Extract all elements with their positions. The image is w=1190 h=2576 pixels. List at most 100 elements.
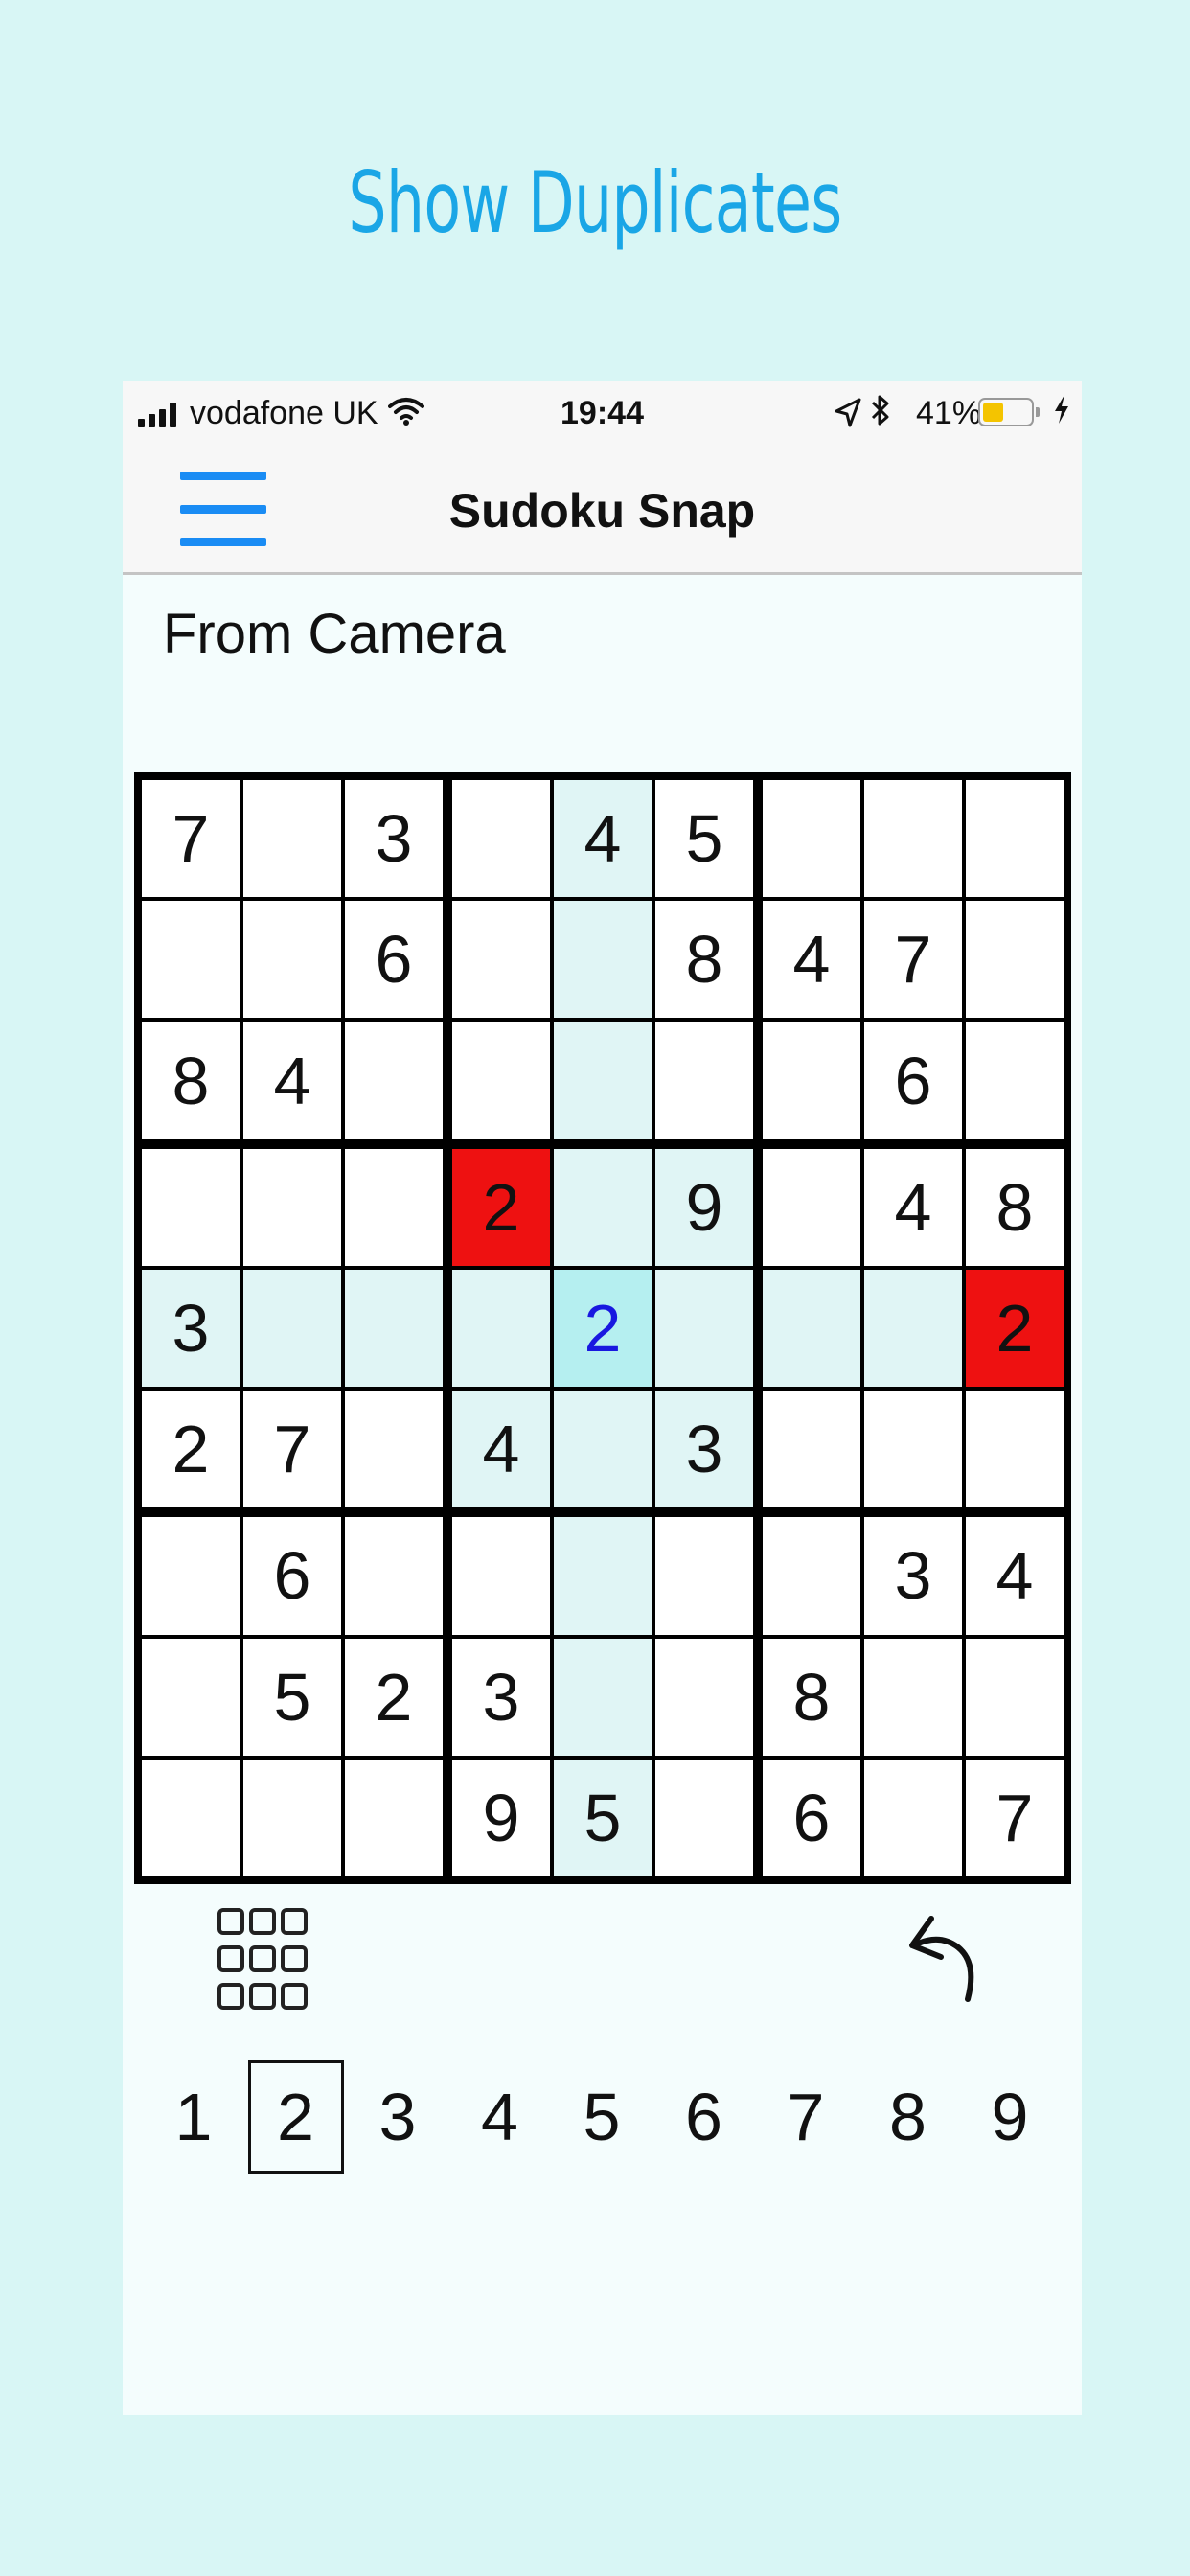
sudoku-cell[interactable]	[655, 1517, 753, 1635]
number-key-9[interactable]: 9	[962, 2060, 1058, 2174]
sudoku-cell[interactable]	[864, 1638, 962, 1756]
sudoku-cell[interactable]: 4	[554, 780, 652, 898]
sudoku-cell[interactable]	[864, 1759, 962, 1876]
sudoku-cell[interactable]	[966, 780, 1064, 898]
sudoku-cell[interactable]: 5	[554, 1759, 652, 1876]
sudoku-cell[interactable]	[452, 1022, 550, 1139]
sudoku-cell[interactable]	[142, 1148, 240, 1266]
sudoku-cell[interactable]	[966, 901, 1064, 1019]
number-key-1[interactable]: 1	[146, 2060, 241, 2174]
sudoku-cell[interactable]	[554, 1148, 652, 1266]
sudoku-cell[interactable]: 6	[763, 1759, 860, 1876]
sudoku-cell[interactable]: 2	[966, 1269, 1064, 1388]
sudoku-cell[interactable]	[864, 780, 962, 898]
sudoku-cell[interactable]: 2	[345, 1638, 443, 1756]
sudoku-cell[interactable]: 6	[345, 901, 443, 1019]
sudoku-cell[interactable]	[763, 1022, 860, 1139]
sudoku-cell[interactable]	[554, 1638, 652, 1756]
sudoku-cell[interactable]	[345, 1391, 443, 1508]
sudoku-cell[interactable]: 6	[243, 1517, 341, 1635]
sudoku-cell[interactable]: 4	[864, 1148, 962, 1266]
sudoku-cell[interactable]: 3	[452, 1638, 550, 1756]
navigation-bar: Sudoku Snap	[123, 445, 1082, 575]
sudoku-cell[interactable]: 2	[452, 1148, 550, 1266]
sudoku-cell[interactable]	[452, 1269, 550, 1388]
sudoku-cell[interactable]: 9	[452, 1759, 550, 1876]
sudoku-cell[interactable]	[655, 1759, 753, 1876]
sudoku-cell[interactable]: 5	[243, 1638, 341, 1756]
sudoku-cell[interactable]: 4	[243, 1022, 341, 1139]
sudoku-cell[interactable]	[345, 1517, 443, 1635]
sudoku-cell[interactable]	[452, 780, 550, 898]
sudoku-cell[interactable]: 4	[966, 1517, 1064, 1635]
sudoku-cell[interactable]: 2	[142, 1391, 240, 1508]
sudoku-cell[interactable]	[864, 1391, 962, 1508]
number-key-3[interactable]: 3	[350, 2060, 446, 2174]
sudoku-cell[interactable]: 3	[864, 1517, 962, 1635]
number-key-5[interactable]: 5	[554, 2060, 650, 2174]
sudoku-cell[interactable]: 7	[966, 1759, 1064, 1876]
status-bar: vodafone UK 19:44 41%	[123, 381, 1082, 445]
number-key-4[interactable]: 4	[452, 2060, 548, 2174]
sudoku-cell[interactable]	[966, 1391, 1064, 1508]
sudoku-cell[interactable]	[554, 1022, 652, 1139]
sudoku-cell[interactable]	[452, 901, 550, 1019]
sudoku-cell[interactable]	[142, 1638, 240, 1756]
sudoku-cell[interactable]	[554, 901, 652, 1019]
sudoku-cell[interactable]	[655, 1269, 753, 1388]
sudoku-cell[interactable]	[243, 1759, 341, 1876]
sudoku-cell[interactable]: 7	[142, 780, 240, 898]
sudoku-cell[interactable]: 4	[452, 1391, 550, 1508]
number-key-6[interactable]: 6	[656, 2060, 752, 2174]
sudoku-cell[interactable]	[763, 1148, 860, 1266]
sudoku-board: 734568478462948322274363452389567	[134, 772, 1071, 1884]
sudoku-cell[interactable]	[243, 901, 341, 1019]
sudoku-cell[interactable]: 4	[763, 901, 860, 1019]
sudoku-cell[interactable]	[142, 1517, 240, 1635]
sudoku-cell[interactable]	[763, 1517, 860, 1635]
sudoku-cell[interactable]: 8	[142, 1022, 240, 1139]
grid-icon[interactable]	[215, 1905, 310, 2012]
location-arrow-icon	[834, 397, 862, 438]
sudoku-cell[interactable]: 7	[864, 901, 962, 1019]
sudoku-cell[interactable]: 3	[345, 780, 443, 898]
sudoku-cell[interactable]: 5	[655, 780, 753, 898]
sudoku-cell[interactable]	[966, 1022, 1064, 1139]
number-key-8[interactable]: 8	[860, 2060, 956, 2174]
charging-bolt-icon	[1052, 393, 1071, 434]
sudoku-cell[interactable]: 7	[243, 1391, 341, 1508]
sudoku-cell[interactable]	[452, 1517, 550, 1635]
undo-icon[interactable]	[899, 1905, 995, 2011]
sudoku-cell[interactable]	[655, 1022, 753, 1139]
sudoku-cell[interactable]	[763, 1391, 860, 1508]
sudoku-cell[interactable]	[345, 1022, 443, 1139]
sudoku-cell[interactable]	[554, 1517, 652, 1635]
sudoku-cell[interactable]: 8	[655, 901, 753, 1019]
sudoku-cell[interactable]	[966, 1638, 1064, 1756]
sudoku-cell[interactable]	[763, 1269, 860, 1388]
sudoku-cell[interactable]	[243, 780, 341, 898]
sudoku-cell[interactable]	[554, 1391, 652, 1508]
sudoku-cell[interactable]	[345, 1148, 443, 1266]
sudoku-cell[interactable]	[864, 1269, 962, 1388]
number-key-2[interactable]: 2	[247, 2060, 344, 2174]
sudoku-cell[interactable]	[142, 1759, 240, 1876]
sudoku-cell[interactable]	[763, 780, 860, 898]
sudoku-cell[interactable]: 9	[655, 1148, 753, 1266]
sudoku-cell[interactable]	[243, 1148, 341, 1266]
sudoku-cell[interactable]: 2	[554, 1269, 652, 1388]
bluetooth-icon	[870, 393, 891, 436]
sudoku-cell[interactable]: 6	[864, 1022, 962, 1139]
sudoku-cell[interactable]	[345, 1269, 443, 1388]
sudoku-cell[interactable]	[655, 1638, 753, 1756]
battery-percent: 41%	[916, 395, 982, 431]
sudoku-cell[interactable]	[345, 1759, 443, 1876]
number-key-7[interactable]: 7	[758, 2060, 854, 2174]
sudoku-cell[interactable]: 8	[966, 1148, 1064, 1266]
sudoku-cell[interactable]: 3	[142, 1269, 240, 1388]
sudoku-cell[interactable]	[243, 1269, 341, 1388]
sudoku-cell[interactable]: 3	[655, 1391, 753, 1508]
sudoku-cell[interactable]	[142, 901, 240, 1019]
headline: Show Duplicates	[348, 153, 842, 252]
sudoku-cell[interactable]: 8	[763, 1638, 860, 1756]
